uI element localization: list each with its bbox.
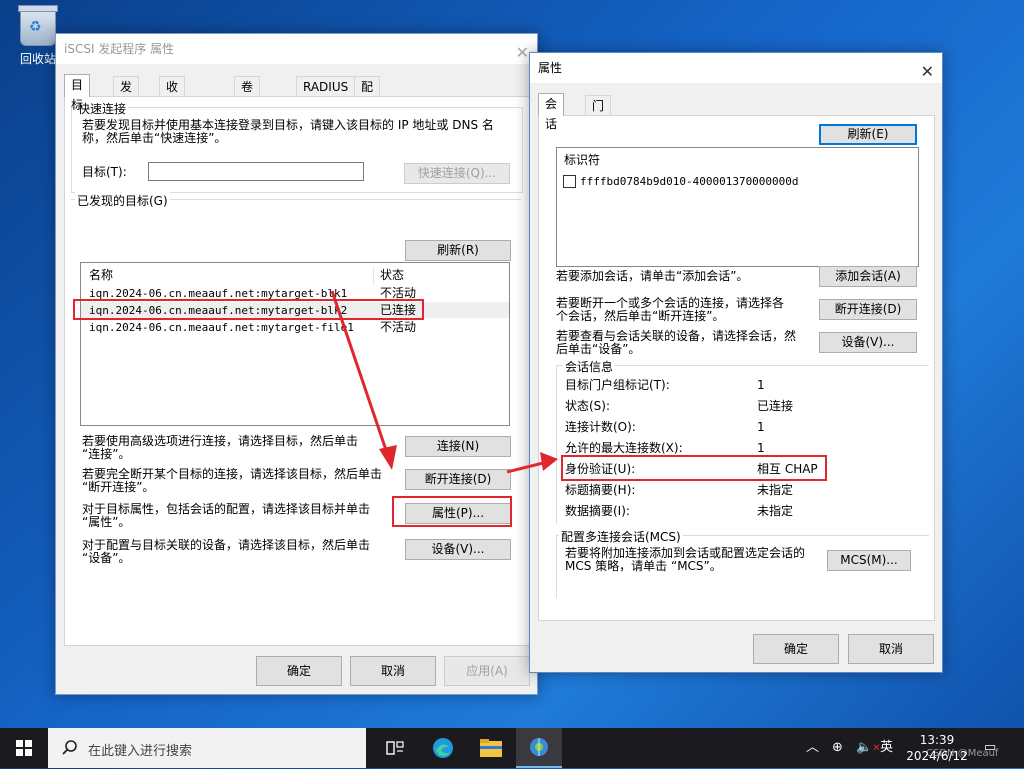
edge-browser-icon[interactable]	[420, 728, 466, 768]
task-view-icon[interactable]	[372, 728, 418, 768]
tab-targets[interactable]: 目标	[64, 74, 91, 112]
arrow-to-properties-window	[506, 452, 558, 474]
taskbar-search-box[interactable]: 在此键入进行搜索	[48, 728, 366, 768]
search-icon	[62, 740, 77, 755]
clock-time: 13:39	[919, 733, 955, 747]
file-explorer-icon[interactable]	[468, 728, 514, 768]
show-hidden-icons-icon[interactable]: ︿	[806, 728, 819, 768]
volume-muted-icon[interactable]: 🔈✕	[856, 728, 881, 768]
network-icon[interactable]: ⊕	[832, 728, 843, 768]
taskbar: 在此键入进行搜索 ︿ ⊕ 🔈✕ 英 13:39 2024/6/12 CSDN @…	[0, 728, 1024, 768]
start-button[interactable]	[0, 728, 48, 768]
search-placeholder: 在此键入进行搜索	[88, 744, 193, 759]
windows-logo-icon	[16, 740, 32, 756]
arrow-to-properties-button	[330, 290, 397, 470]
iscsi-initiator-taskbar-icon[interactable]	[516, 728, 562, 768]
tab-sessions[interactable]: 会话	[538, 93, 565, 131]
annotation-arrows	[330, 290, 558, 474]
ime-indicator[interactable]: 英	[880, 728, 893, 768]
notification-icon[interactable]: ▭	[984, 728, 996, 768]
